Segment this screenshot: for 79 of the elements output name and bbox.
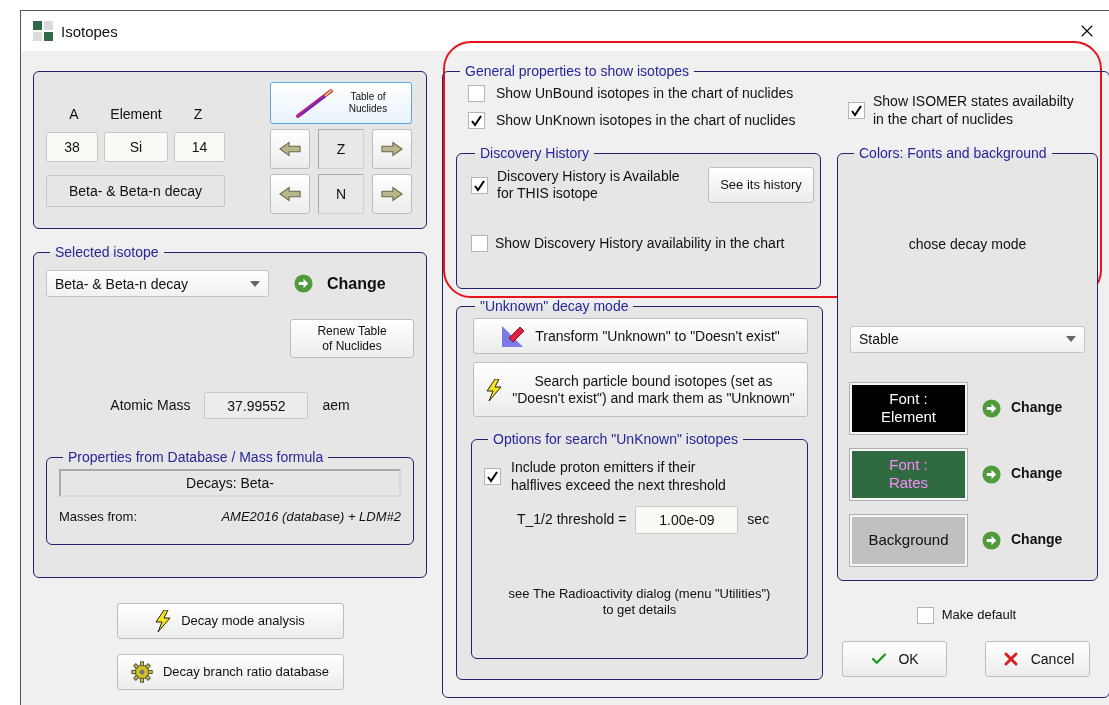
ok-button[interactable]: OK [842,641,947,677]
column-label: Z [192,106,204,124]
group-title: Discovery History [479,145,590,161]
atomic-number-field[interactable]: 14 [174,131,225,162]
arrow-circle-icon [294,274,313,293]
arrow-circle-icon [982,530,1001,550]
table-of-nuclides-button[interactable]: Table of Nuclides [270,82,412,124]
option-label: Discovery History is Available for THIS isotope [497,167,680,203]
right-arrow-icon [381,186,403,202]
caret-icon [250,280,260,287]
atomic-mass-field: 37.99552 [204,392,309,419]
group-title: Selected isotope [54,244,160,260]
decays-field: Decays: Beta- [59,469,401,497]
masses-from-label: Masses from: [59,509,137,526]
previous-button[interactable] [270,129,310,169]
group-title: Properties from Database / Mass formula [67,449,325,465]
pen-stroke-icon [294,88,335,118]
checkbox[interactable] [916,607,934,624]
atomic-mass-label: Atomic Mass [110,396,191,415]
checkbox[interactable] [484,468,501,485]
group-title: General properties to show isotopes [464,63,691,79]
change-link[interactable]: Change [327,273,386,294]
window-title: Isotopes [61,22,119,40]
group-title: Colors: Fonts and background [858,145,1048,161]
threshold-field[interactable]: 1.00e-09 [635,506,739,534]
option-label: Show Discovery History availability in the chart [495,235,785,253]
caret-icon [1066,336,1076,342]
see-history-button[interactable]: See its history [708,167,814,203]
hint-text: chose decay mode [907,236,1028,254]
group-title: Options for search "UnKnown" isotopes [492,431,739,447]
option-label: Include proton emitters if their halflives exceed the next threshold [511,459,726,494]
mass-number-field[interactable]: 38 [46,131,98,162]
unit-label: aem [322,396,350,415]
masses-source-text: AME2016 (database) + LDM#2 [221,509,401,526]
checkbox[interactable] [468,85,485,103]
group-title: "Unknown" decay mode [479,298,630,314]
checkbox[interactable] [471,235,488,253]
option-label: Show ISOMER states availabilty in the chart of nuclides [873,93,1074,128]
left-arrow-icon [279,141,301,157]
option-label: Show UnBound isotopes in the chart of nuclides [496,85,794,103]
decay-mode-field: Beta- & Beta-n decay [46,174,225,207]
change-link[interactable]: Change [1011,465,1063,483]
next-button[interactable] [372,174,412,214]
decay-mode-dropdown[interactable]: Stable [850,325,1085,353]
option-label: Make default [941,607,1017,624]
decay-mode-dropdown[interactable]: Beta- & Beta-n decay [46,270,269,297]
previous-button[interactable] [270,174,310,214]
right-arrow-icon [381,141,403,157]
tool-button[interactable]: Decay mode analysis [116,603,344,639]
arrow-circle-icon [982,398,1001,418]
checkbox[interactable] [468,111,485,129]
checkbox[interactable] [848,102,865,119]
column-label: A [68,106,80,124]
color-swatch[interactable]: Background [850,514,967,566]
change-link[interactable]: Change [1011,399,1063,417]
tool-button[interactable]: Decay branch ratio database [116,654,344,690]
element-field[interactable]: Si [104,131,168,162]
color-swatch[interactable]: Font : Element [850,382,967,434]
navigation-label: Z [318,129,364,169]
arrow-circle-icon [982,464,1001,484]
lightning-icon [155,610,172,632]
gear-icon [130,661,153,683]
transform-button[interactable]: Transform "Unknown" to "Doesn't exist" [473,318,808,354]
threshold-label: T_1/2 threshold = [517,511,627,529]
cancel-button[interactable]: Cancel [985,641,1090,677]
next-button[interactable] [372,129,412,169]
app-icon [33,21,53,41]
note-text: see The Radioactivity dialog (menu "Utilities") to get details [507,586,772,619]
left-arrow-icon [279,186,301,202]
column-label: Element [109,106,163,124]
eraser-icon [501,324,526,348]
change-link[interactable]: Change [1011,531,1063,549]
option-label: Show UnKnown isotopes in the chart of nuclides [496,111,796,129]
unit-label: sec [747,511,770,529]
renew-table-button[interactable]: Renew Table of Nuclides [290,319,414,358]
search-button[interactable]: Search particle bound isotopes (set as "Doesn't exist") and mark them as "Unknown" [473,362,808,417]
checkbox[interactable] [471,176,488,194]
navigation-label: N [318,174,364,214]
lightning-icon [486,378,503,401]
